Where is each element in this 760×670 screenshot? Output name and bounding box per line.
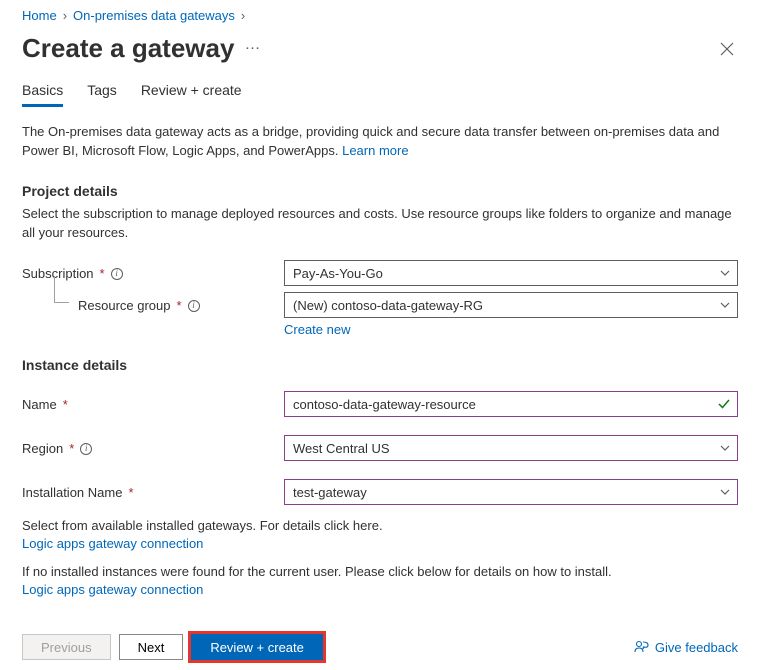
learn-more-link[interactable]: Learn more — [342, 143, 408, 158]
logic-apps-link-2[interactable]: Logic apps gateway connection — [22, 582, 203, 597]
chevron-down-icon — [719, 267, 731, 279]
installed-gateways-note: Select from available installed gateways… — [22, 517, 738, 536]
footer-bar: Previous Next Review + create Give feedb… — [22, 634, 738, 660]
feedback-label: Give feedback — [655, 640, 738, 655]
name-input[interactable]: contoso-data-gateway-resource — [284, 391, 738, 417]
subscription-select[interactable]: Pay-As-You-Go — [284, 260, 738, 286]
required-indicator: * — [177, 298, 182, 313]
tab-basics[interactable]: Basics — [22, 78, 63, 107]
breadcrumb: Home › On-premises data gateways › — [22, 8, 738, 23]
info-icon[interactable]: i — [80, 443, 92, 455]
description: The On-premises data gateway acts as a b… — [22, 123, 738, 161]
no-instances-note: If no installed instances were found for… — [22, 563, 738, 582]
chevron-down-icon — [719, 299, 731, 311]
close-icon — [720, 42, 734, 56]
resource-group-select[interactable]: (New) contoso-data-gateway-RG — [284, 292, 738, 318]
resource-group-label: Resource group * i — [22, 292, 284, 313]
name-label: Name * — [22, 391, 284, 412]
installation-name-value: test-gateway — [293, 485, 367, 500]
chevron-down-icon — [719, 486, 731, 498]
project-details-heading: Project details — [22, 183, 738, 199]
installation-name-select[interactable]: test-gateway — [284, 479, 738, 505]
required-indicator: * — [128, 485, 133, 500]
chevron-down-icon — [719, 442, 731, 454]
breadcrumb-gateways[interactable]: On-premises data gateways — [73, 8, 235, 23]
page-title: Create a gateway — [22, 33, 234, 64]
close-button[interactable] — [716, 38, 738, 60]
subscription-value: Pay-As-You-Go — [293, 266, 383, 281]
next-button[interactable]: Next — [119, 634, 184, 660]
tab-review[interactable]: Review + create — [141, 78, 242, 107]
chevron-right-icon: › — [241, 8, 245, 23]
required-indicator: * — [63, 397, 68, 412]
previous-button: Previous — [22, 634, 111, 660]
more-options-button[interactable]: … — [244, 36, 260, 54]
region-label: Region * i — [22, 435, 284, 456]
region-select[interactable]: West Central US — [284, 435, 738, 461]
checkmark-icon — [717, 397, 731, 411]
review-create-button[interactable]: Review + create — [191, 634, 323, 660]
breadcrumb-home[interactable]: Home — [22, 8, 57, 23]
chevron-right-icon: › — [63, 8, 67, 23]
required-indicator: * — [69, 441, 74, 456]
project-details-section: Project details Select the subscription … — [22, 183, 738, 338]
feedback-icon — [633, 639, 649, 655]
resource-group-value: (New) contoso-data-gateway-RG — [293, 298, 483, 313]
info-icon[interactable]: i — [111, 268, 123, 280]
tab-bar: Basics Tags Review + create — [22, 78, 738, 107]
tab-tags[interactable]: Tags — [87, 78, 117, 107]
info-icon[interactable]: i — [188, 300, 200, 312]
required-indicator: * — [100, 266, 105, 281]
project-details-desc: Select the subscription to manage deploy… — [22, 205, 738, 243]
installation-name-label: Installation Name * — [22, 479, 284, 500]
name-value: contoso-data-gateway-resource — [293, 397, 476, 412]
instance-details-section: Instance details Name * contoso-data-gat… — [22, 357, 738, 597]
logic-apps-link-1[interactable]: Logic apps gateway connection — [22, 536, 203, 551]
give-feedback-link[interactable]: Give feedback — [633, 639, 738, 655]
title-row: Create a gateway … — [22, 33, 738, 64]
region-value: West Central US — [293, 441, 390, 456]
create-new-rg-link[interactable]: Create new — [284, 322, 738, 337]
instance-details-heading: Instance details — [22, 357, 738, 373]
